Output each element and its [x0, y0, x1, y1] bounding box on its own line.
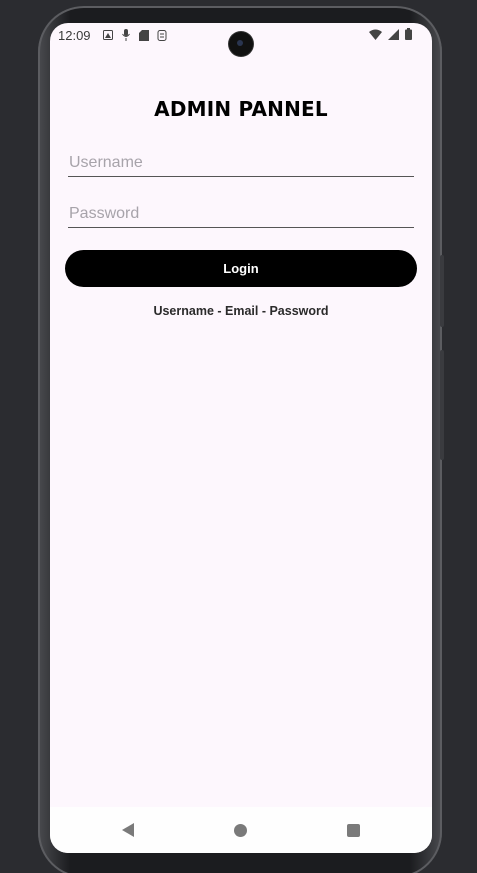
status-left: 12:09	[58, 28, 167, 43]
navigation-bar	[50, 807, 432, 853]
sd-card-icon	[138, 29, 149, 41]
photo-icon	[102, 30, 113, 40]
credentials-hint: Username - Email - Password	[153, 304, 329, 318]
signal-icon	[388, 28, 399, 43]
back-icon[interactable]	[122, 823, 134, 837]
status-time: 12:09	[58, 27, 91, 43]
volume-button	[440, 255, 444, 327]
front-camera	[229, 32, 253, 56]
power-button	[440, 350, 444, 460]
battery-icon	[405, 27, 412, 43]
status-right	[369, 27, 412, 43]
sim-icon	[157, 29, 167, 41]
home-icon[interactable]	[234, 823, 247, 837]
device-stage: 12:09 ADMIN PANNEL Username Login Userna…	[0, 0, 477, 873]
recents-icon[interactable]	[347, 823, 360, 837]
password-input[interactable]	[68, 200, 414, 228]
page-title: ADMIN PANNEL	[154, 97, 328, 121]
login-button[interactable]: Login	[65, 250, 417, 287]
wifi-icon	[369, 28, 382, 43]
username-input[interactable]	[68, 149, 414, 177]
mic-icon	[121, 29, 131, 41]
app-screen: 12:09 ADMIN PANNEL Username Login Userna…	[50, 23, 432, 853]
